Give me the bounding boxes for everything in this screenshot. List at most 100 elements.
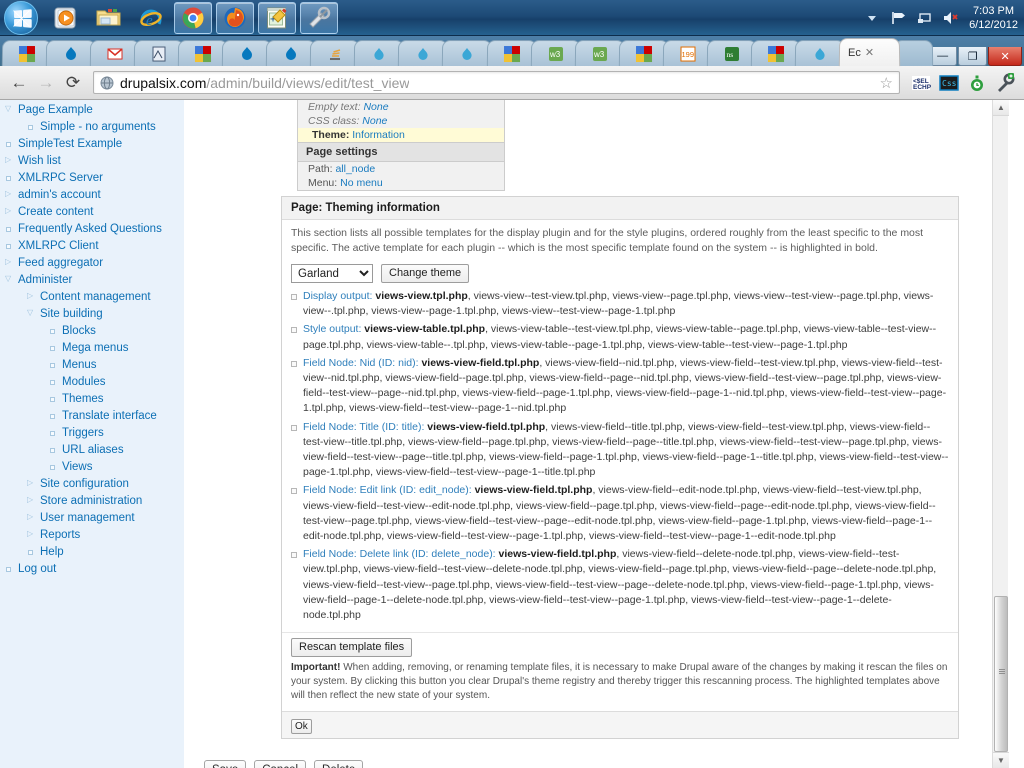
sidebar-item-user-management[interactable]: User management [0,510,184,527]
template-item-label[interactable]: Field Node: Title (ID: title): [303,421,424,433]
sidebar-item-label[interactable]: Wish list [18,155,61,167]
collapsed-triangle-icon[interactable] [27,496,35,505]
theme-select[interactable]: Garland Bluemarine Chameleon Minnelli Pu… [291,264,373,283]
maximize-button[interactable]: ❐ [958,47,988,66]
scrollbar-thumb[interactable] [994,596,1008,752]
collapsed-triangle-icon[interactable] [5,207,13,216]
template-item-label[interactable]: Style output: [303,323,361,335]
sidebar-item-log-out[interactable]: Log out [0,561,184,578]
tab-gmail[interactable] [89,40,141,67]
sidebar-item-simpletest-example[interactable]: SimpleTest Example [0,136,184,153]
address-bar[interactable]: drupalsix.com/admin/build/views/edit/tes… [93,71,900,94]
sidebar-item-modules[interactable]: Modules [0,374,184,391]
sidebar-item-blocks[interactable]: Blocks [0,323,184,340]
basic-row-css-class[interactable]: CSS class: None [298,114,504,128]
sidebar-item-site-configuration[interactable]: Site configuration [0,476,184,493]
tab-doc[interactable] [133,40,185,67]
sidebar-item-label[interactable]: Reports [40,529,80,541]
collapsed-triangle-icon[interactable] [5,258,13,267]
sidebar-item-label[interactable]: Translate interface [62,410,157,422]
sidebar-item-content-management[interactable]: Content management [0,289,184,306]
collapsed-triangle-icon[interactable] [27,513,35,522]
ok-button[interactable]: Ok [291,719,312,735]
tab-google-4[interactable] [618,40,669,67]
bookmark-star-icon[interactable]: ☆ [880,74,893,92]
sidebar-item-label[interactable]: Content management [40,291,151,303]
sidebar-item-label[interactable]: Blocks [62,325,96,337]
css-extension-icon[interactable]: Css [936,70,962,96]
sidebar-item-label[interactable]: Site building [40,308,103,320]
basic-row-value[interactable]: None [363,101,388,113]
sidebar-item-label[interactable]: Frequently Asked Questions [18,223,162,235]
scroll-up-arrow-icon[interactable]: ▲ [993,100,1009,116]
back-button[interactable]: ← [6,70,32,96]
expanded-triangle-icon[interactable] [5,275,13,284]
sidebar-item-mega-menus[interactable]: Mega menus [0,340,184,357]
sidebar-item-help[interactable]: Help [0,544,184,561]
tab-199[interactable]: 199 [662,40,713,67]
web-developer-extension-icon[interactable] [964,70,990,96]
page-scrollbar[interactable]: ▲ ▼ [992,100,1009,768]
tab-w3c-2[interactable]: w3 [574,40,625,67]
file-explorer-icon[interactable] [90,2,128,34]
windows-media-player-icon[interactable] [48,2,86,34]
sidebar-item-admins-account[interactable]: admin's account [0,187,184,204]
sidebar-item-menus[interactable]: Menus [0,357,184,374]
sidebar-item-label[interactable]: Create content [18,206,93,218]
sidebar-item-wish-list[interactable]: Wish list [0,153,184,170]
sidebar-item-feed-aggregator[interactable]: Feed aggregator [0,255,184,272]
sidebar-item-label[interactable]: Modules [62,376,105,388]
sidebar-item-xmlrpc-client[interactable]: XMLRPC Client [0,238,184,255]
tab-google[interactable] [1,40,53,67]
template-item-label[interactable]: Field Node: Delete link (ID: delete_node… [303,548,496,560]
expanded-triangle-icon[interactable] [27,309,35,318]
sidebar-item-url-aliases[interactable]: URL aliases [0,442,184,459]
template-item-label[interactable]: Field Node: Nid (ID: nid): [303,357,419,369]
sidebar-item-simple-no-arguments[interactable]: Simple - no arguments [0,119,184,136]
sidebar-item-label[interactable]: Administer [18,274,72,286]
tab-drupal-6[interactable] [442,40,493,67]
reload-button[interactable]: ⟳ [60,70,86,96]
basic-row-theme[interactable]: Theme: Information [298,128,504,142]
internet-explorer-icon[interactable]: e [132,2,170,34]
tab-w3c-1[interactable]: w3 [530,40,581,67]
sidebar-item-faq[interactable]: Frequently Asked Questions [0,221,184,238]
sidebar-item-triggers[interactable]: Triggers [0,425,184,442]
sidebar-item-administer[interactable]: Administer [0,272,184,289]
tab-close-icon[interactable]: ✕ [865,46,874,59]
php-selection-extension-icon[interactable]: <$EL ECHP [908,70,934,96]
sidebar-item-label[interactable]: Help [40,546,64,558]
sidebar-item-label[interactable]: admin's account [18,189,101,201]
sidebar-item-label[interactable]: Menus [62,359,97,371]
sidebar-item-label[interactable]: Views [62,461,92,473]
tab-google-3[interactable] [486,40,537,67]
tool-icon[interactable] [300,1,338,34]
forward-button[interactable]: → [33,70,59,96]
start-button-icon[interactable] [4,0,38,35]
sidebar-item-site-building[interactable]: Site building [0,306,184,323]
close-button[interactable]: ✕ [988,47,1023,66]
change-theme-button[interactable]: Change theme [381,264,470,283]
tab-drupal-7[interactable] [794,40,846,67]
collapsed-triangle-icon[interactable] [5,190,13,199]
sidebar-item-label[interactable]: Store administration [40,495,142,507]
sidebar-item-label[interactable]: Feed aggregator [18,257,103,269]
sidebar-item-label[interactable]: XMLRPC Client [18,240,99,252]
chrome-menu-wrench-icon[interactable] [992,70,1018,96]
notepadpp-icon[interactable]: ++ [258,1,296,34]
sidebar-item-label[interactable]: SimpleTest Example [18,138,122,150]
sidebar-item-themes[interactable]: Themes [0,391,184,408]
tab-ns[interactable]: ns [706,40,757,67]
sidebar-item-label[interactable]: XMLRPC Server [18,172,103,184]
basic-row-value[interactable]: None [362,115,387,127]
collapsed-triangle-icon[interactable] [27,530,35,539]
rescan-template-files-button[interactable]: Rescan template files [291,638,413,658]
sidebar-item-store-administration[interactable]: Store administration [0,493,184,510]
page-settings-value[interactable]: No menu [340,177,383,189]
sidebar-item-xmlrpc-server[interactable]: XMLRPC Server [0,170,184,187]
collapsed-triangle-icon[interactable] [5,156,13,165]
sidebar-item-translate-interface[interactable]: Translate interface [0,408,184,425]
sidebar-item-page-example[interactable]: Page Example [0,102,184,119]
show-hidden-icons-icon[interactable] [861,7,883,29]
save-button[interactable]: Save [204,760,247,768]
